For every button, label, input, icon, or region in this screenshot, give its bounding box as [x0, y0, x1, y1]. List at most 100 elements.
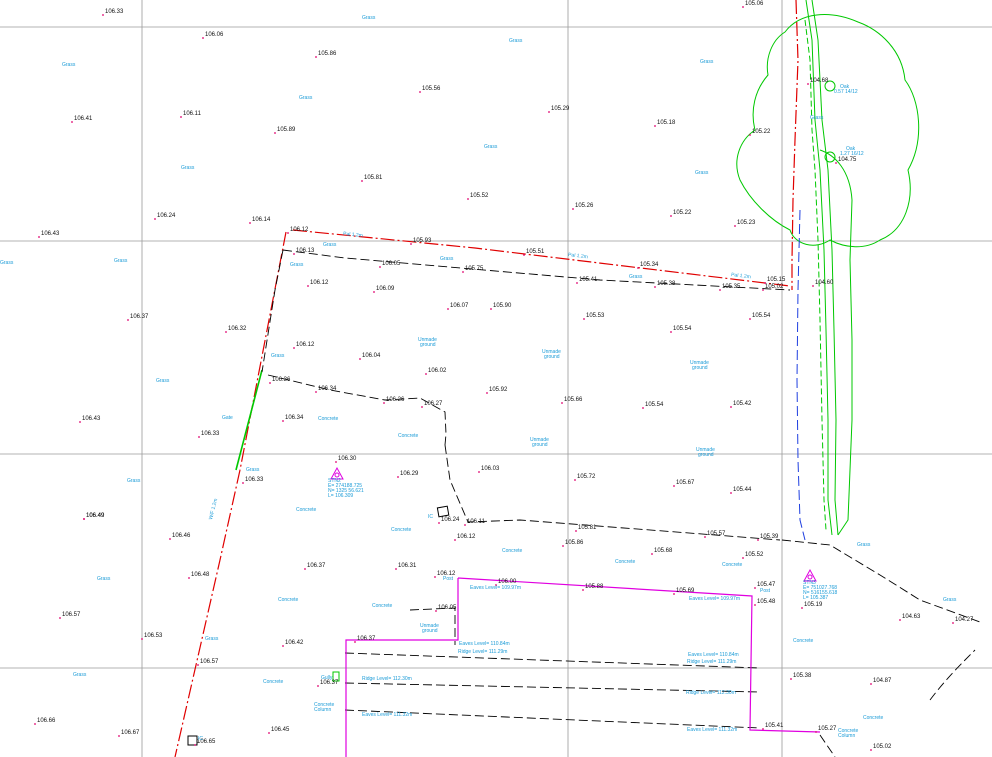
grass-label: Grass: [181, 165, 195, 171]
spot-level: 104.68: [810, 78, 829, 84]
spot-level-marker: [654, 125, 656, 127]
spot-level-marker: [637, 267, 639, 269]
spot-level: 106.11: [183, 111, 202, 117]
spot-level-marker: [354, 641, 356, 643]
spot-level-marker: [742, 6, 744, 8]
spot-level: 104.75: [838, 157, 857, 163]
spot-level-marker: [421, 406, 423, 408]
kerb-line: [444, 444, 781, 541]
fence-label: W/F 1.2m: [208, 498, 219, 520]
spot-level-marker: [141, 638, 143, 640]
spot-level-marker: [180, 116, 182, 118]
spot-level-marker: [447, 308, 449, 310]
spot-level-marker: [434, 576, 436, 578]
grass-label: Grass: [695, 170, 709, 176]
survey-plan: 106.33 106.06 105.86 105.56 105.29 105.18 105.…: [0, 0, 992, 757]
spot-level: 105.52: [470, 193, 489, 199]
spot-level-marker: [757, 539, 759, 541]
spot-level-marker: [704, 536, 706, 538]
spot-level-marker: [425, 373, 427, 375]
spot-level: 105.66: [564, 397, 583, 403]
grass-label: Grass: [290, 262, 304, 268]
spot-level: 106.31: [398, 563, 417, 569]
spot-level: 106.12: [296, 342, 315, 348]
spot-level-marker: [583, 318, 585, 320]
spot-level: 106.06: [205, 32, 224, 38]
grass-label: Grass: [0, 260, 14, 266]
spot-level-marker: [762, 728, 764, 730]
spot-level-marker: [654, 286, 656, 288]
spot-level-marker: [315, 391, 317, 393]
building-level-annotation: Eaves Level= 110.84m: [459, 641, 510, 647]
grass-label: Grass: [114, 258, 128, 264]
grass-label: Grass: [700, 59, 714, 65]
spot-level: 106.48: [191, 572, 210, 578]
spot-level: 106.53: [144, 633, 163, 639]
spot-level-marker: [582, 589, 584, 591]
spot-level: 105.22: [673, 210, 692, 216]
kerb-line: [819, 734, 836, 757]
spot-level-marker: [315, 56, 317, 58]
spot-level: 104.63: [902, 614, 921, 620]
building-level-annotation: Ridge Level= 112.30m: [686, 690, 736, 696]
spot-level-marker: [490, 308, 492, 310]
spot-level-marker: [742, 557, 744, 559]
spot-level-marker: [249, 222, 251, 224]
spot-level: 106.24: [441, 517, 460, 523]
spot-level-marker: [790, 678, 792, 680]
spot-level-marker: [154, 218, 156, 220]
spot-level: 105.57: [707, 531, 726, 537]
spot-level: 106.67: [121, 730, 140, 736]
spot-level-marker: [642, 407, 644, 409]
spot-level-marker: [282, 420, 284, 422]
spot-level-marker: [815, 731, 817, 733]
spot-level: 105.69: [676, 588, 695, 594]
spot-level-marker: [293, 253, 295, 255]
spot-level: 106.43: [82, 416, 101, 422]
spot-level-marker: [359, 358, 361, 360]
station-centre: [334, 472, 340, 478]
spot-level: 106.45: [271, 727, 290, 733]
spot-level-marker: [438, 522, 440, 524]
grass-label: Grass: [509, 38, 523, 44]
spot-level: 106.14: [252, 217, 271, 223]
spot-level: 106.57: [200, 659, 219, 665]
spot-level: 105.38: [793, 673, 812, 679]
spot-level: 106.12: [457, 534, 476, 540]
spot-level: 106.04: [362, 353, 381, 359]
spot-level-marker: [373, 291, 375, 293]
gate-label: Gate: [222, 415, 233, 421]
post-label: Post: [443, 576, 454, 582]
inspection-chamber: [187, 735, 198, 746]
spot-level-marker: [548, 111, 550, 113]
building-level-annotation: Ridge Level= 111.29m: [458, 649, 507, 655]
spot-level-marker: [764, 282, 766, 284]
spot-level: 106.05: [382, 261, 401, 267]
ic-label: IC: [198, 736, 203, 742]
building-level-annotation: Eaves Level= 111.32m: [687, 727, 737, 733]
spot-level-marker: [225, 331, 227, 333]
spot-level: 106.27: [424, 401, 443, 407]
spot-level-marker: [38, 236, 40, 238]
concrete-label: Concrete: [296, 507, 317, 513]
spot-level-marker: [478, 471, 480, 473]
spot-level: 106.12: [290, 227, 309, 233]
concrete-label: Concrete: [863, 715, 884, 721]
spot-level: 105.27: [818, 726, 837, 732]
spot-level-marker: [197, 664, 199, 666]
spot-level-marker: [762, 289, 764, 291]
spot-level-marker: [383, 402, 385, 404]
spot-level: 105.19: [804, 602, 823, 608]
spot-level-marker: [801, 607, 803, 609]
spot-level: 106.43: [41, 231, 60, 237]
concrete-label: Concrete: [722, 562, 743, 568]
spot-level: 106.49: [86, 513, 105, 519]
spot-level-marker: [807, 83, 809, 85]
spot-level: 105.92: [489, 387, 508, 393]
spot-level-marker: [561, 402, 563, 404]
spot-level: 105.53: [586, 313, 605, 319]
spot-level-marker: [395, 568, 397, 570]
spot-level: 105.15: [767, 277, 786, 283]
spot-level: 105.38: [657, 281, 676, 287]
grass-label: Grass: [246, 467, 260, 473]
